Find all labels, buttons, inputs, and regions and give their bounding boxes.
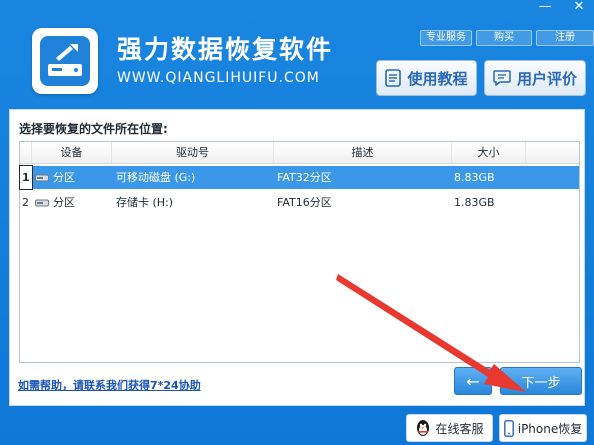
column-description[interactable]: 描述 bbox=[274, 142, 452, 163]
iphone-recovery-button[interactable]: iPhone恢复 bbox=[499, 414, 587, 442]
main-panel: 选择要恢复的文件所在位置: 设备 驱动号 描述 大小 1 分区 可移动磁盘 (G… bbox=[9, 109, 585, 406]
list-header: 设备 驱动号 描述 大小 bbox=[20, 142, 579, 164]
row-description: FAT16分区 bbox=[277, 196, 332, 209]
help-link[interactable]: 如需帮助，请联系我们获得7*24协助 bbox=[18, 377, 201, 393]
row-index: 2 bbox=[22, 196, 29, 209]
pro-service-link[interactable]: 专业服务 bbox=[420, 30, 472, 46]
customer-service-button[interactable]: 在线客服 bbox=[406, 414, 493, 442]
list-item[interactable]: 2 分区 存储卡 (H:) FAT16分区 1.83GB bbox=[20, 191, 579, 214]
next-label: 下一步 bbox=[521, 375, 561, 391]
iphone-recovery-label: iPhone恢复 bbox=[517, 421, 583, 436]
row-device: 分区 bbox=[32, 191, 112, 214]
row-drive: 存储卡 (H:) bbox=[116, 196, 174, 209]
column-filler bbox=[526, 142, 579, 163]
disk-icon bbox=[35, 174, 49, 181]
close-button[interactable]: ✕ bbox=[572, 0, 586, 14]
location-prompt: 选择要恢复的文件所在位置: bbox=[19, 122, 168, 136]
buy-link[interactable]: 购买 bbox=[476, 30, 532, 46]
row-index: 1 bbox=[19, 165, 33, 190]
drive-restore-icon bbox=[40, 36, 90, 86]
row-device: 分区 bbox=[32, 166, 112, 189]
review-label: 用户评价 bbox=[516, 69, 577, 88]
register-link[interactable]: 注册 bbox=[536, 30, 594, 46]
column-device[interactable]: 设备 bbox=[32, 142, 112, 163]
app-url: WWW.QIANGLIHUIFU.COM bbox=[117, 70, 320, 86]
row-device-label: 分区 bbox=[53, 171, 75, 184]
row-size: 1.83GB bbox=[454, 196, 495, 209]
document-icon bbox=[385, 69, 402, 87]
tutorial-label: 使用教程 bbox=[407, 69, 468, 88]
review-button[interactable]: 用户评价 bbox=[484, 60, 586, 96]
row-drive: 可移动磁盘 (G:) bbox=[116, 171, 196, 184]
app-title: 强力数据恢复软件 bbox=[117, 35, 334, 64]
tutorial-button[interactable]: 使用教程 bbox=[376, 60, 477, 96]
column-drive[interactable]: 驱动号 bbox=[112, 142, 274, 163]
top-links: 专业服务 购买 注册 bbox=[420, 30, 594, 46]
row-size: 8.83GB bbox=[454, 171, 495, 184]
minimize-button[interactable]: — bbox=[538, 0, 552, 14]
column-size[interactable]: 大小 bbox=[452, 142, 526, 163]
list-item[interactable]: 1 分区 可移动磁盘 (G:) FAT32分区 8.83GB bbox=[19, 165, 579, 190]
back-button[interactable]: ← bbox=[454, 367, 492, 395]
penguin-icon bbox=[417, 420, 430, 436]
comment-icon bbox=[493, 70, 511, 86]
back-arrow-icon: ← bbox=[466, 371, 480, 391]
drive-list[interactable]: 设备 驱动号 描述 大小 1 分区 可移动磁盘 (G:) FAT32分区 8.8… bbox=[19, 141, 580, 363]
column-index bbox=[20, 142, 32, 163]
customer-service-label: 在线客服 bbox=[435, 421, 484, 436]
next-button[interactable]: 下一步 bbox=[500, 367, 582, 395]
phone-icon bbox=[503, 419, 514, 437]
disk-icon bbox=[35, 199, 49, 206]
row-description: FAT32分区 bbox=[277, 171, 332, 184]
row-device-label: 分区 bbox=[53, 196, 75, 209]
app-logo bbox=[32, 28, 98, 94]
window-controls: — ✕ bbox=[538, 0, 586, 14]
